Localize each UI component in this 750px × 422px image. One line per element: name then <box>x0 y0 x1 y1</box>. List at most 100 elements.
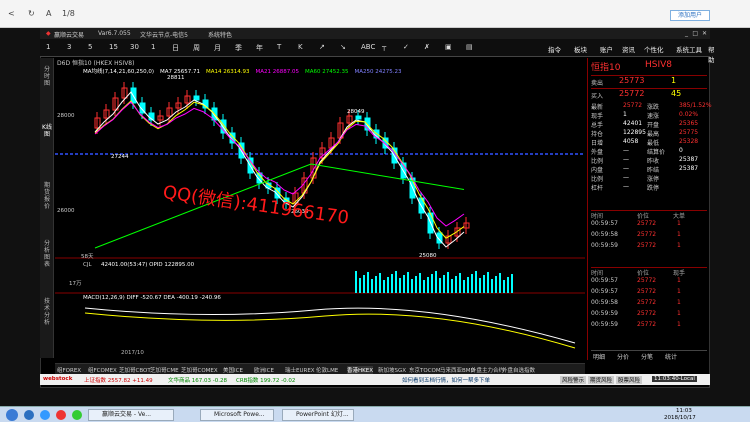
tool-button[interactable]: K <box>298 43 303 51</box>
tool-button[interactable]: 15 <box>109 43 118 51</box>
exchange-tab[interactable]: 美国ICE <box>223 366 243 374</box>
exchange-tab[interactable]: 芝加哥CBOT <box>119 366 151 374</box>
tool-button[interactable]: 30 <box>130 43 139 51</box>
exchange-tab[interactable]: 瑞士EUREX <box>285 366 315 374</box>
tool-button[interactable]: 周 <box>193 43 200 53</box>
exchange-tab[interactable]: 组FOREX <box>57 366 81 374</box>
quote-cell: 42401 <box>623 120 643 127</box>
titlebar-tab-features[interactable]: 系统特色 <box>208 30 232 39</box>
buy-price[interactable]: 25772 <box>619 89 644 98</box>
font-button[interactable]: A <box>46 9 51 18</box>
menu-item[interactable]: 个性化 <box>644 44 664 54</box>
taskbar-app-slideshow[interactable]: PowerPoint 幻灯... <box>282 409 354 421</box>
window-titlebar: ◆ 赢顺云交易 Var6.7.055 文华云节点-电信5 系统特色 _ □ ✕ <box>40 28 710 39</box>
tool-button[interactable]: ▤ <box>466 43 473 51</box>
exchange-tab[interactable]: 外盘主力合约 <box>471 366 504 374</box>
quote-cell: — <box>623 165 629 172</box>
tool-button[interactable]: 3 <box>67 43 71 51</box>
add-user-button[interactable]: 添加用户 <box>670 10 710 21</box>
cloud-icon[interactable] <box>40 410 50 420</box>
exchange-tab[interactable]: 伦敦LME <box>316 366 338 374</box>
exchange-tab[interactable]: 组FCOMEX <box>88 366 117 374</box>
quote-cell: 日增 <box>591 140 604 147</box>
menu-item[interactable]: 帮助 <box>708 44 715 64</box>
side-tab[interactable]: 技术分析 <box>42 298 52 326</box>
exchange-tab[interactable]: 欧洲ICE <box>254 366 274 374</box>
notice-text[interactable]: 如何看到五档行情，如何一帮多下单 <box>402 376 490 384</box>
menu-item[interactable]: 资讯 <box>622 44 635 54</box>
side-tab[interactable]: 期货报价 <box>42 182 52 210</box>
tool-button[interactable]: 5 <box>88 43 92 51</box>
wh-index: 文华商品 167.03 -0.28 <box>168 378 227 384</box>
exchange-tab[interactable]: 芝加哥COMEX <box>181 366 218 374</box>
y-tick-28000: 28000 <box>57 113 75 119</box>
quote-cell: 结算价 <box>647 149 666 156</box>
menu-item[interactable]: 账户 <box>600 44 613 54</box>
tool-button[interactable]: ↘ <box>340 43 346 51</box>
menu-item[interactable]: 指令 <box>548 44 561 54</box>
tool-button[interactable]: 日 <box>172 43 179 53</box>
tool-button[interactable]: ✗ <box>424 43 430 51</box>
tool-button[interactable]: 1 <box>46 43 50 51</box>
side-tab[interactable]: 分时图 <box>42 66 52 87</box>
side-tab[interactable]: K线图 <box>42 124 52 138</box>
candle-body <box>355 115 362 120</box>
exchange-tab[interactable]: 新加坡SGX <box>378 366 406 374</box>
maximize-icon[interactable]: □ <box>692 30 698 37</box>
back-button[interactable]: < <box>8 9 15 18</box>
quote-cell: 25387 <box>679 156 699 163</box>
app-icon[interactable] <box>56 410 66 420</box>
start-icon[interactable] <box>6 409 18 421</box>
exchange-tab[interactable]: 香港HKEX <box>347 366 373 374</box>
tool-button[interactable]: T <box>277 43 281 51</box>
exchange-tab[interactable]: 芝加哥CME <box>150 366 179 374</box>
quote-cell: 总手 <box>591 122 604 129</box>
tick-cell: 25772 <box>637 231 657 238</box>
refresh-button[interactable]: ↻ <box>28 9 35 18</box>
sell-price[interactable]: 25773 <box>619 76 644 85</box>
side-tab[interactable]: 分析图表 <box>42 240 52 268</box>
panel-tab[interactable]: 统计 <box>665 352 677 361</box>
futures-risk-button[interactable]: 期货风险 <box>588 376 615 384</box>
exchange-tab[interactable]: 马来西亚BMD <box>440 366 475 374</box>
ma-label: MA250 24275.23 <box>354 69 402 75</box>
volume-bar <box>447 272 449 293</box>
panel-tab[interactable]: 明细 <box>593 352 605 361</box>
ie-icon[interactable] <box>24 410 34 420</box>
volume-bar <box>387 277 389 293</box>
app-logo-icon: ◆ <box>46 30 51 37</box>
tool-button[interactable]: 季 <box>235 43 242 53</box>
clock-date: 2018/10/17 <box>664 415 696 421</box>
taskbar-app-powerpoint[interactable]: Microsoft Powe... <box>200 409 274 421</box>
titlebar-tab-node[interactable]: 文华云节点-电信5 <box>140 30 188 39</box>
taskbar-app-trading[interactable]: 赢顺云交易 - Ve... <box>88 409 174 421</box>
quote-cell: 4058 <box>623 138 639 145</box>
macd-diff-line <box>84 307 576 344</box>
wechat-icon[interactable] <box>72 410 82 420</box>
tool-button[interactable]: ✓ <box>403 43 409 51</box>
close-icon[interactable]: ✕ <box>702 30 707 37</box>
tool-button[interactable]: ↗ <box>319 43 325 51</box>
panel-tab[interactable]: 分笔 <box>641 352 653 361</box>
tick-cell: 00:59:57 <box>591 277 618 284</box>
menu-item[interactable]: 系统工具 <box>676 44 702 54</box>
quote-cell: 速涨 <box>647 113 660 120</box>
tool-button[interactable]: 月 <box>214 43 221 53</box>
menu-item[interactable]: 板块 <box>574 44 587 54</box>
exchange-tab[interactable]: 外盘自选指数 <box>502 366 535 374</box>
minimize-icon[interactable]: _ <box>685 30 688 37</box>
tool-button[interactable]: 1 <box>151 43 155 51</box>
tool-button[interactable]: ▣ <box>445 43 452 51</box>
risk-warning-button[interactable]: 风险警示 <box>560 376 587 384</box>
tool-button[interactable]: 年 <box>256 43 263 53</box>
tool-button[interactable]: ABC <box>361 43 375 51</box>
stock-risk-button[interactable]: 股票风险 <box>616 376 643 384</box>
exchange-tab[interactable]: 东京TOCOM <box>409 366 441 374</box>
tool-button[interactable]: ┬ <box>382 43 386 51</box>
tick-cell: 1 <box>677 310 681 317</box>
volume-bar <box>423 280 425 293</box>
tick-header-cell: 现手 <box>673 270 686 277</box>
volume-bar <box>443 275 445 293</box>
panel-tab[interactable]: 分价 <box>617 352 629 361</box>
quote-cell: 持仓 <box>591 131 604 138</box>
